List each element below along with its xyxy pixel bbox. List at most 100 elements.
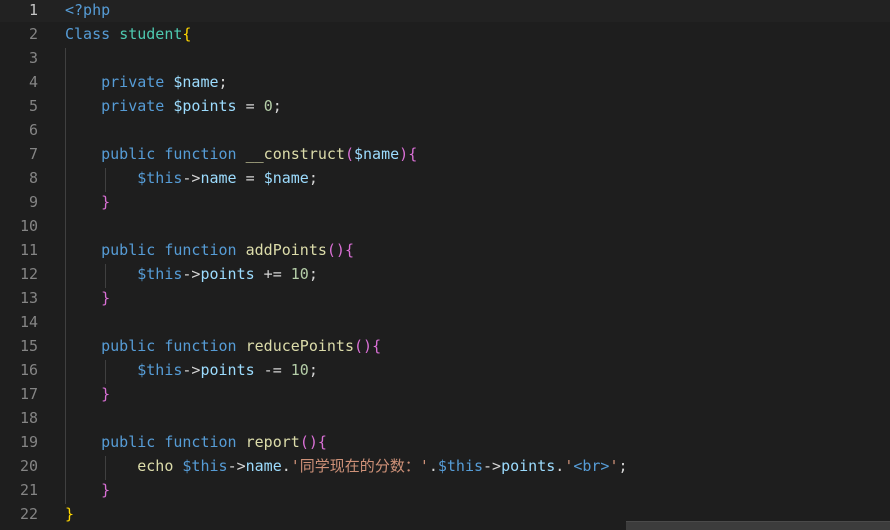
code-token: echo (137, 457, 174, 475)
code-token: $this (137, 361, 183, 379)
code-line[interactable]: 19 public function report(){ (0, 430, 890, 454)
code-token: 10 (290, 361, 309, 379)
code-token: { (408, 145, 418, 163)
code-line[interactable]: 12 $this->points += 10; (0, 262, 890, 286)
code-line[interactable]: 13 } (0, 286, 890, 310)
code-text: private $name; (65, 70, 227, 94)
code-token: private (101, 97, 165, 115)
code-token: . (428, 457, 438, 475)
code-token: { (344, 241, 354, 259)
code-line[interactable]: 22} (0, 502, 890, 526)
code-token: } (101, 385, 111, 403)
code-text: private $points = 0; (65, 94, 282, 118)
line-number: 18 (19, 409, 38, 427)
code-line[interactable]: 7 public function __construct($name){ (0, 142, 890, 166)
line-number: 13 (19, 289, 38, 307)
code-token: ' (564, 457, 574, 475)
code-token: ) (399, 145, 409, 163)
code-token: function (164, 433, 237, 451)
code-token: $name (173, 73, 219, 91)
code-token: addPoints (245, 241, 327, 259)
code-line[interactable]: 17 } (0, 382, 890, 406)
code-token: '同学现在的分数：' (290, 457, 429, 475)
code-token: } (101, 481, 111, 499)
line-number: 1 (28, 1, 38, 19)
code-token: __construct (245, 145, 345, 163)
line-number: 2 (28, 25, 38, 43)
line-number: 9 (28, 193, 38, 211)
code-token: () (354, 337, 373, 355)
code-token: Class (65, 25, 111, 43)
code-token: -> (182, 265, 201, 283)
code-token: points (200, 265, 255, 283)
line-number: 3 (28, 49, 38, 67)
code-text: } (65, 190, 110, 214)
code-line[interactable]: 3 (0, 46, 890, 70)
code-token: { (182, 25, 192, 43)
code-text: $this->points -= 10; (65, 358, 318, 382)
code-token: () (326, 241, 345, 259)
code-text: echo $this->name.'同学现在的分数：'.$this->point… (65, 454, 628, 478)
code-text: public function addPoints(){ (65, 238, 354, 262)
code-line[interactable]: 8 $this->name = $name; (0, 166, 890, 190)
code-editor[interactable]: 1 <?php 2 Class student{3 4 private $name; 5 … (0, 0, 890, 530)
code-line[interactable]: 6 (0, 118, 890, 142)
code-text: public function __construct($name){ (65, 142, 417, 166)
code-line[interactable]: 4 private $name; (0, 70, 890, 94)
line-number: 15 (19, 337, 38, 355)
code-token: $this (137, 169, 183, 187)
code-line[interactable]: 10 (0, 214, 890, 238)
code-line[interactable]: 14 (0, 310, 890, 334)
line-number: 7 (28, 145, 38, 163)
line-number: 17 (19, 385, 38, 403)
code-token: -> (182, 169, 201, 187)
code-token: -> (483, 457, 502, 475)
code-token: ' (609, 457, 619, 475)
code-line[interactable]: 20 echo $this->name.'同学现在的分数：'.$this->po… (0, 454, 890, 478)
code-token: } (101, 289, 111, 307)
code-line[interactable]: 9 } (0, 190, 890, 214)
code-line[interactable]: 1 <?php (0, 0, 890, 22)
code-line[interactable]: 15 public function reducePoints(){ (0, 334, 890, 358)
code-token: reducePoints (245, 337, 354, 355)
code-token: public (101, 241, 156, 259)
code-text: } (65, 502, 74, 526)
code-token: $this (137, 265, 183, 283)
line-number: 14 (19, 313, 38, 331)
line-number: 5 (28, 97, 38, 115)
code-token: ( (344, 145, 354, 163)
code-token: { (317, 433, 327, 451)
code-token: <?php (65, 1, 111, 19)
code-token: ; (618, 457, 628, 475)
code-line[interactable]: 21 } (0, 478, 890, 502)
code-token: points (200, 361, 255, 379)
code-line[interactable]: 11 public function addPoints(){ (0, 238, 890, 262)
line-number: 10 (19, 217, 38, 235)
code-token: () (299, 433, 318, 451)
line-number: 8 (28, 169, 38, 187)
code-line[interactable]: 2 Class student{ (0, 22, 890, 46)
code-token: name (245, 457, 282, 475)
code-token: private (101, 73, 165, 91)
code-token: ; (308, 265, 318, 283)
code-line[interactable]: 18 (0, 406, 890, 430)
line-number: 11 (19, 241, 38, 259)
line-number: 12 (19, 265, 38, 283)
code-token: student (119, 25, 183, 43)
code-line[interactable]: 5 private $points = 0; (0, 94, 890, 118)
code-line[interactable]: 16 $this->points -= 10; (0, 358, 890, 382)
code-token: -> (227, 457, 246, 475)
